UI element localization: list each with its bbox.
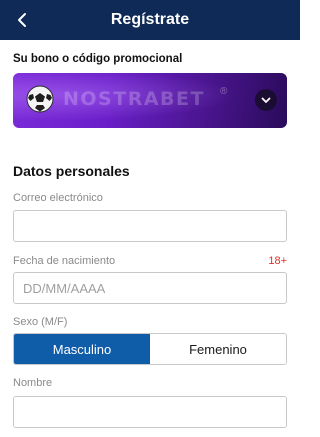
sex-selector: Masculino Femenino: [13, 333, 287, 365]
email-label: Correo electrónico: [13, 192, 103, 204]
email-field[interactable]: [13, 210, 287, 242]
top-bar: Regístrate: [0, 0, 300, 40]
soccer-ball-icon: [26, 85, 54, 113]
chevron-down-icon: [261, 97, 271, 103]
sex-option-male[interactable]: Masculino: [14, 334, 150, 364]
birthdate-label: Fecha de nacimiento: [13, 255, 116, 267]
sex-label: Sexo (M/F): [13, 316, 68, 328]
personal-data-title: Datos personales: [13, 163, 130, 179]
registered-mark: ®: [220, 86, 228, 97]
birthdate-field[interactable]: [13, 272, 287, 304]
back-button[interactable]: [8, 6, 36, 34]
sex-option-female[interactable]: Femenino: [150, 334, 286, 364]
chevron-left-icon: [18, 13, 26, 27]
age-requirement-badge: 18+: [268, 255, 287, 267]
name-field[interactable]: [13, 396, 287, 428]
promo-section-label: Su bono o código promocional: [13, 53, 183, 65]
brand-watermark: NOSTRABET: [63, 88, 205, 110]
name-label: Nombre: [13, 377, 53, 389]
page-title: Regístrate: [110, 11, 190, 28]
promo-code-selector[interactable]: NOSTRABET ®: [13, 73, 287, 128]
expand-button[interactable]: [255, 89, 277, 111]
